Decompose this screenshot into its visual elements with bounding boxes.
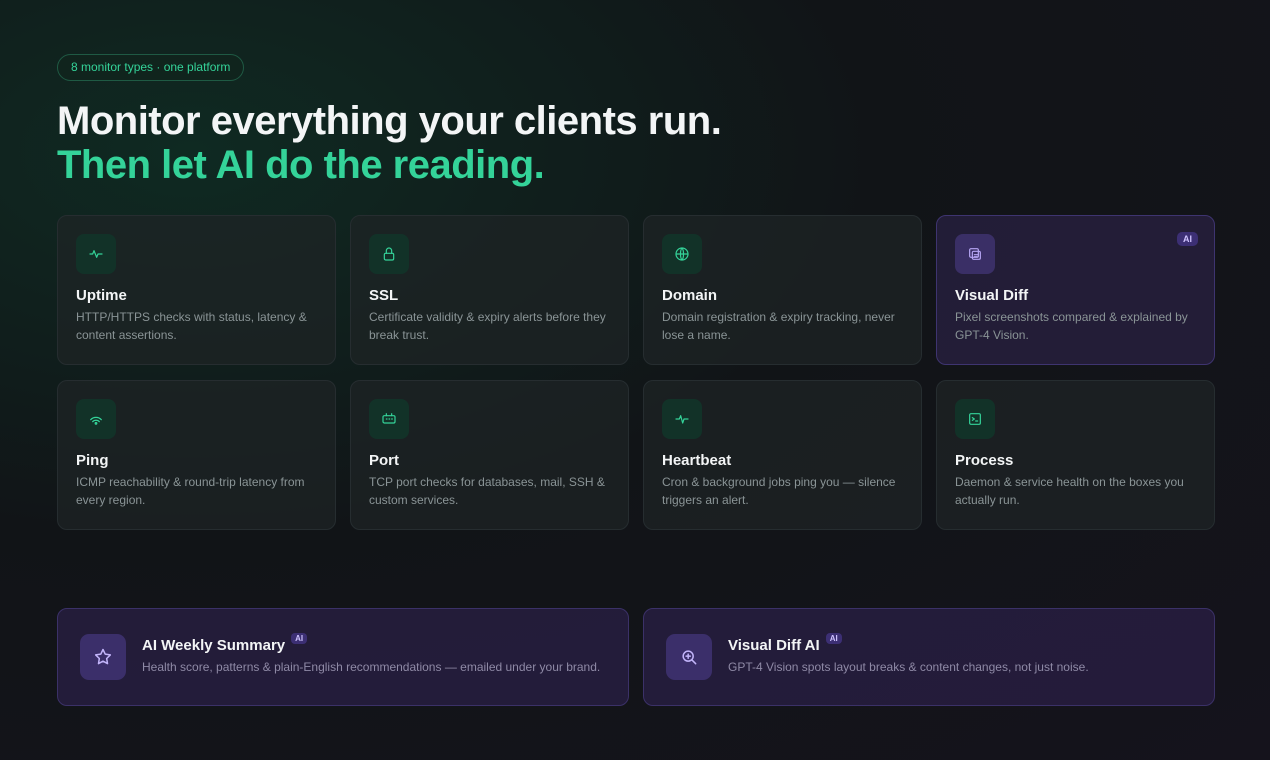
monitor-title: SSL <box>369 287 399 304</box>
feature-card-visual-diff-ai[interactable]: Visual Diff AI AI GPT-4 Vision spots layo… <box>643 608 1215 706</box>
feature-title: AI Weekly Summary AI <box>142 633 308 654</box>
signal-icon <box>76 399 116 439</box>
monitor-card-port[interactable]: Port TCP port checks for databases, mail… <box>350 380 629 530</box>
heartbeat-icon <box>662 399 702 439</box>
monitor-desc: ICMP reachability & round-trip latency f… <box>76 475 305 507</box>
monitor-title: Heartbeat <box>662 452 732 469</box>
monitor-title: Port <box>369 452 399 469</box>
monitor-desc: Daemon & service health on the boxes you… <box>955 475 1184 507</box>
port-icon <box>369 399 409 439</box>
feature-card-ai-weekly-summary[interactable]: AI Weekly Summary AI Health score, patter… <box>57 608 629 706</box>
monitor-card-visual-diff[interactable]: AI Visual Diff Pixel screenshots compare… <box>936 215 1215 365</box>
globe-icon <box>662 234 702 274</box>
monitor-desc: Cron & background jobs ping you — silenc… <box>662 475 896 507</box>
lock-icon <box>369 234 409 274</box>
monitor-card-ssl[interactable]: SSL Certificate validity & expiry alerts… <box>350 215 629 365</box>
monitor-title: Ping <box>76 452 109 469</box>
monitor-card-heartbeat[interactable]: Heartbeat Cron & background jobs ping yo… <box>643 380 922 530</box>
feature-desc: Health score, patterns & plain-English r… <box>142 660 601 675</box>
monitor-desc: HTTP/HTTPS checks with status, latency &… <box>76 310 307 342</box>
terminal-icon <box>955 399 995 439</box>
monitor-desc: Certificate validity & expiry alerts bef… <box>369 310 606 342</box>
features-section: 8 monitor types · one platform Monitor e… <box>57 54 1215 706</box>
monitor-card-uptime[interactable]: Uptime HTTP/HTTPS checks with status, la… <box>57 215 336 365</box>
monitor-desc: TCP port checks for databases, mail, SSH… <box>369 475 605 507</box>
monitor-card-domain[interactable]: Domain Domain registration & expiry trac… <box>643 215 922 365</box>
ai-badge: AI <box>1177 232 1198 246</box>
monitor-desc: Domain registration & expiry tracking, n… <box>662 310 895 342</box>
zoom-icon <box>666 634 712 680</box>
image-compare-icon <box>955 234 995 274</box>
monitor-types-pill: 8 monitor types · one platform <box>57 54 245 81</box>
monitor-title: Process <box>955 452 1014 469</box>
monitor-title: Uptime <box>76 287 127 304</box>
monitor-card-process[interactable]: Process Daemon & service health on the b… <box>936 380 1215 530</box>
star-icon <box>80 634 126 680</box>
monitor-title: Visual Diff <box>955 287 1029 304</box>
ai-badge: AI <box>825 633 842 645</box>
feature-title: Visual Diff AI AI <box>728 633 842 654</box>
page-subtitle: Then let AI do the reading. <box>57 143 545 187</box>
monitor-desc: Pixel screenshots compared & explained b… <box>955 310 1188 342</box>
ai-badge: AI <box>291 633 308 645</box>
page-title: Monitor everything your clients run. <box>57 99 722 143</box>
monitor-title: Domain <box>662 287 718 304</box>
feature-desc: GPT-4 Vision spots layout breaks & conte… <box>728 660 1089 675</box>
pulse-icon <box>76 234 116 274</box>
monitor-card-ping[interactable]: Ping ICMP reachability & round-trip late… <box>57 380 336 530</box>
